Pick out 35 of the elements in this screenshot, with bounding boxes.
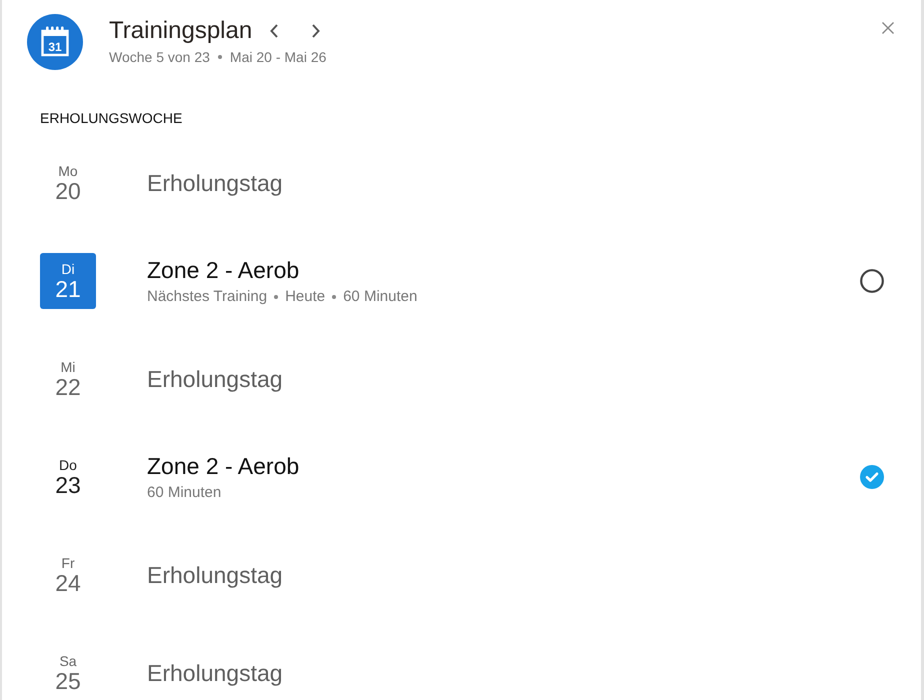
section-heading: ERHOLUNGSWOCHE	[39, 109, 184, 128]
detail-text: Nächstes Training	[147, 288, 268, 306]
weekday-label: Di	[61, 260, 75, 276]
completed-check-icon[interactable]	[860, 465, 884, 489]
detail-text: Heute	[285, 288, 326, 306]
weekday-label: Do	[59, 456, 77, 472]
empty-circle-icon[interactable]	[860, 269, 884, 293]
date-range: Mai 20 - Mai 26	[230, 49, 326, 65]
rest-day-label[interactable]: Erholungstag	[147, 659, 283, 687]
weekday-label: Fr	[61, 554, 75, 570]
detail-text: 60 Minuten	[147, 484, 222, 502]
bullet-icon	[274, 295, 278, 299]
day-number: 24	[55, 570, 81, 596]
detail-text: 60 Minuten	[343, 288, 418, 306]
bullet-icon	[332, 295, 336, 299]
day-number: 23	[55, 472, 81, 498]
rest-day-label[interactable]: Erholungstag	[147, 169, 283, 197]
chevron-left-icon	[270, 24, 278, 38]
dialog-title: Trainingsplan	[109, 16, 252, 46]
rest-day-label[interactable]: Erholungstag	[147, 561, 283, 589]
weekday-label: Mi	[60, 358, 76, 374]
chevron-right-icon	[312, 24, 320, 38]
bullet-icon	[218, 55, 222, 59]
calendar-icon: 31	[27, 14, 83, 70]
rest-day-label[interactable]: Erholungstag	[147, 365, 283, 393]
day-number: 20	[55, 178, 81, 204]
day-number: 21	[55, 276, 81, 302]
workout-title[interactable]: Zone 2 - Aerob	[147, 256, 300, 284]
workout-title[interactable]: Zone 2 - Aerob	[147, 452, 300, 480]
day-number: 22	[55, 374, 81, 400]
close-icon	[882, 22, 894, 34]
week-counter: Woche 5 von 23	[109, 49, 210, 65]
weekday-label: Sa	[59, 652, 77, 668]
weekday-label: Mo	[58, 162, 78, 178]
day-number: 25	[55, 668, 81, 694]
